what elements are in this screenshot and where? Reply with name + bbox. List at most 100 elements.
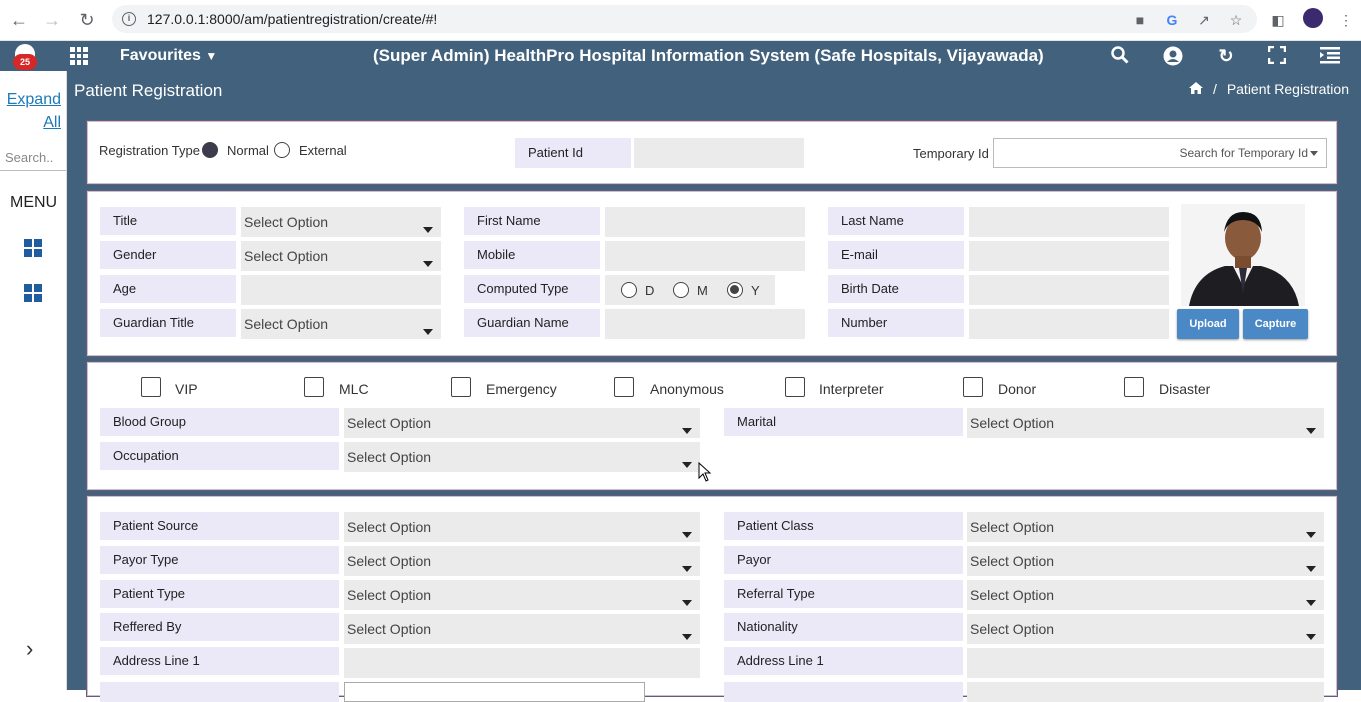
interpreter-checkbox[interactable] xyxy=(785,377,805,397)
computed-m-radio[interactable] xyxy=(673,282,689,298)
caret-down-icon xyxy=(423,261,433,267)
patient-type-label: Patient Type xyxy=(100,580,339,608)
payor-select[interactable]: Select Option xyxy=(967,546,1324,576)
nationality-select-value: Select Option xyxy=(970,621,1055,637)
birth-date-field[interactable] xyxy=(969,275,1169,305)
user-account-icon[interactable] xyxy=(1162,46,1184,66)
address-line-1-right-field[interactable] xyxy=(967,648,1324,678)
normal-radio[interactable] xyxy=(202,142,218,158)
marital-select[interactable]: Select Option xyxy=(967,408,1324,438)
age-field[interactable] xyxy=(241,275,441,305)
vip-checkbox[interactable] xyxy=(141,377,161,397)
caret-down-icon xyxy=(1306,532,1316,538)
next-row-field-right[interactable] xyxy=(967,682,1324,702)
occupation-label: Occupation xyxy=(100,442,339,470)
address-line-2-field[interactable] xyxy=(344,682,645,702)
reload-icon[interactable]: ↻ xyxy=(75,8,99,32)
occupation-select[interactable]: Select Option xyxy=(344,442,700,472)
upload-button[interactable]: Upload xyxy=(1177,309,1239,339)
flags-panel: VIP MLC Emergency Anonymous Interpreter … xyxy=(86,361,1338,491)
more-menu-icon[interactable]: ⋮ xyxy=(1336,10,1356,30)
age-label: Age xyxy=(100,275,236,303)
disaster-checkbox[interactable] xyxy=(1124,377,1144,397)
payor-type-select-value: Select Option xyxy=(347,553,432,569)
first-name-field[interactable] xyxy=(605,207,805,237)
referral-type-select[interactable]: Select Option xyxy=(967,580,1324,610)
patient-id-label: Patient Id xyxy=(515,138,631,168)
mobile-field[interactable] xyxy=(605,241,805,271)
profile-avatar[interactable] xyxy=(1303,8,1323,28)
reffered-by-select[interactable]: Select Option xyxy=(344,614,700,644)
notification-bell-icon[interactable]: 25 xyxy=(13,44,37,70)
patient-source-select-value: Select Option xyxy=(347,519,432,535)
address-line-1-field[interactable] xyxy=(344,648,700,678)
home-icon[interactable] xyxy=(1189,81,1204,94)
nationality-select[interactable]: Select Option xyxy=(967,614,1324,644)
guardian-name-field[interactable] xyxy=(605,309,805,339)
emergency-label: Emergency xyxy=(486,381,557,397)
caret-down-icon xyxy=(1306,634,1316,640)
fullscreen-icon[interactable] xyxy=(1266,45,1288,66)
notification-count: 25 xyxy=(13,54,37,70)
back-arrow-icon[interactable]: ← xyxy=(7,8,31,32)
url-text: 127.0.0.1:8000/am/patientregistration/cr… xyxy=(147,11,438,27)
sidebar: Expand All Search.. MENU › xyxy=(0,71,67,690)
patient-source-select[interactable]: Select Option xyxy=(344,512,700,542)
temporary-id-select[interactable]: Search for Temporary Id xyxy=(993,138,1327,168)
registration-type-panel: Registration Type Normal External Patien… xyxy=(86,120,1338,185)
dashboard-icon[interactable] xyxy=(24,239,42,257)
mlc-checkbox[interactable] xyxy=(304,377,324,397)
menu-toggle-icon[interactable] xyxy=(1319,46,1341,66)
camera-icon[interactable]: ■ xyxy=(1130,10,1150,30)
breadcrumb-separator: / xyxy=(1213,81,1217,97)
patient-photo xyxy=(1181,204,1305,306)
menu-label: MENU xyxy=(10,194,58,211)
mouse-cursor-icon xyxy=(698,462,712,482)
dashboard-alt-icon[interactable] xyxy=(24,284,42,302)
caret-down-icon xyxy=(682,428,692,434)
address-bar[interactable]: i 127.0.0.1:8000/am/patientregistration/… xyxy=(112,5,1257,33)
patient-class-select-value: Select Option xyxy=(970,519,1055,535)
guardian-title-select[interactable]: Select Option xyxy=(241,309,441,339)
patient-class-select[interactable]: Select Option xyxy=(967,512,1324,542)
sidebar-search-input[interactable]: Search.. xyxy=(5,150,53,165)
apps-grid-icon[interactable] xyxy=(70,47,88,65)
caret-down-icon xyxy=(1306,566,1316,572)
computed-d-radio[interactable] xyxy=(621,282,637,298)
chevron-right-icon[interactable]: › xyxy=(26,636,33,662)
app-header: 25 Favourites ▼ (Super Admin) HealthPro … xyxy=(0,41,1361,71)
number-field[interactable] xyxy=(969,309,1169,339)
blood-group-label: Blood Group xyxy=(100,408,339,436)
gender-select[interactable]: Select Option xyxy=(241,241,441,271)
refresh-icon[interactable]: ↻ xyxy=(1215,46,1237,66)
external-radio[interactable] xyxy=(274,142,290,158)
site-info-icon[interactable]: i xyxy=(122,12,136,26)
patient-type-select[interactable]: Select Option xyxy=(344,580,700,610)
caret-down-icon xyxy=(1310,151,1318,156)
computed-y-radio[interactable] xyxy=(727,282,743,298)
blood-group-select[interactable]: Select Option xyxy=(344,408,700,438)
expand-all-link[interactable]: Expand All xyxy=(0,88,61,134)
basic-info-panel: Title Select Option Gender Select Option… xyxy=(86,190,1338,357)
bookmark-star-icon[interactable]: ☆ xyxy=(1226,10,1246,30)
email-field[interactable] xyxy=(969,241,1169,271)
payor-type-select[interactable]: Select Option xyxy=(344,546,700,576)
title-select[interactable]: Select Option xyxy=(241,207,441,237)
last-name-field[interactable] xyxy=(969,207,1169,237)
browser-toolbar: ← → ↻ i 127.0.0.1:8000/am/patientregistr… xyxy=(0,0,1361,41)
side-panel-icon[interactable]: ◧ xyxy=(1268,10,1288,30)
emergency-checkbox[interactable] xyxy=(451,377,471,397)
favourites-menu[interactable]: Favourites ▼ xyxy=(120,47,217,65)
address-line-1-right-label: Address Line 1 xyxy=(724,647,963,675)
share-icon[interactable]: ↗ xyxy=(1194,10,1214,30)
capture-button[interactable]: Capture xyxy=(1243,309,1308,339)
patient-id-field[interactable] xyxy=(634,138,804,168)
search-icon[interactable] xyxy=(1109,46,1131,66)
google-icon[interactable]: G xyxy=(1162,10,1182,30)
forward-arrow-icon[interactable]: → xyxy=(40,8,64,32)
breadcrumb-current: Patient Registration xyxy=(1226,81,1349,97)
donor-checkbox[interactable] xyxy=(963,377,983,397)
occupation-select-value: Select Option xyxy=(347,449,432,465)
anonymous-checkbox[interactable] xyxy=(614,377,634,397)
expand-label: Expand xyxy=(6,91,61,108)
